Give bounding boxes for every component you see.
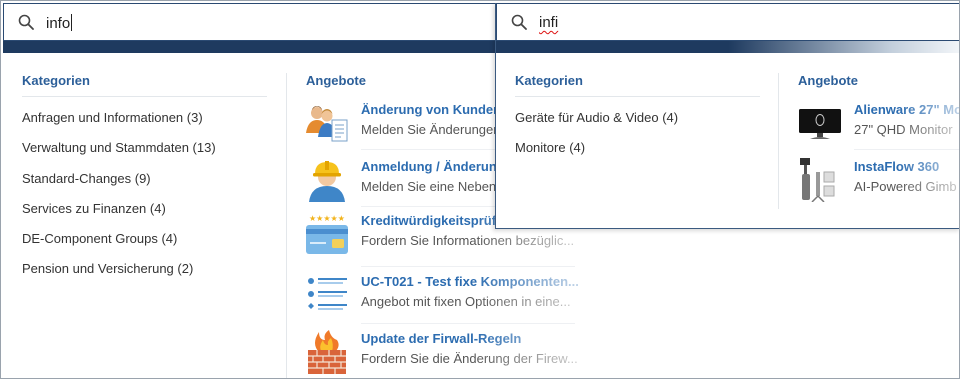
column-divider [286, 73, 287, 378]
header-stripe [496, 41, 959, 53]
row-divider [361, 266, 575, 267]
people-document-icon [306, 106, 348, 142]
offers-heading: Angebote [306, 73, 366, 88]
category-item[interactable]: Services zu Finanzen (4) [22, 201, 166, 216]
offer-item[interactable]: Update der Firwall-Regeln Fordern Sie di… [305, 330, 585, 378]
construction-worker-icon [309, 161, 345, 202]
monitor-icon [799, 109, 841, 139]
firewall-icon [308, 330, 346, 374]
text-caret [71, 14, 73, 31]
search-icon [18, 14, 34, 30]
offer-description: Fordern Sie die Änderung der Firew... [361, 351, 578, 366]
offer-title: InstaFlow 360 [854, 159, 940, 174]
offer-title: UC-T021 - Test fixe Komponenten... [361, 274, 579, 289]
offer-item[interactable]: InstaFlow 360 AI-Powered Gimb [798, 158, 959, 214]
search-query-right: infi [539, 14, 559, 31]
column-divider [778, 73, 779, 209]
offer-item[interactable]: UC-T021 - Test fixe Komponenten... Angeb… [305, 273, 585, 329]
categories-divider [22, 96, 267, 97]
offer-description: AI-Powered Gimb [854, 179, 957, 194]
search-query-left: info [46, 15, 71, 32]
credit-card-rating-icon: ★★★★★ [306, 214, 348, 254]
categories-divider [515, 96, 760, 97]
offer-description: Angebot mit fixen Optionen in eine... [361, 294, 571, 309]
offer-title: Änderung von Kundend [361, 102, 510, 117]
row-divider [361, 323, 575, 324]
offer-title: Anmeldung / Änderung [361, 159, 505, 174]
offer-description: Melden Sie eine Nebenl [361, 179, 500, 194]
offer-title: Update der Firwall-Regeln [361, 331, 522, 346]
search-input-right[interactable]: infi [496, 3, 959, 41]
category-item[interactable]: Anfragen und Informationen (3) [22, 110, 203, 125]
svg-text:★★★★★: ★★★★★ [309, 214, 345, 223]
category-item[interactable]: DE-Component Groups (4) [22, 231, 177, 246]
categories-heading: Kategorien [22, 73, 90, 88]
offer-description: Melden Sie Änderungen [361, 122, 501, 137]
offers-heading: Angebote [798, 73, 858, 88]
search-icon [511, 14, 527, 30]
category-item[interactable]: Standard-Changes (9) [22, 171, 151, 186]
category-item[interactable]: Verwaltung und Stammdaten (13) [22, 140, 216, 155]
search-panel-right: infi Kategorien Geräte für Audio & Video… [495, 3, 960, 229]
row-divider [854, 149, 959, 150]
category-item[interactable]: Geräte für Audio & Video (4) [515, 110, 678, 125]
list-bullets-icon [308, 278, 347, 310]
categories-heading: Kategorien [515, 73, 583, 88]
category-item[interactable]: Monitore (4) [515, 140, 585, 155]
offer-title: Alienware 27" Mo [854, 102, 960, 117]
category-item[interactable]: Pension und Versicherung (2) [22, 261, 193, 276]
offer-description: 27" QHD Monitor [854, 122, 953, 137]
window-frame: info Kategorien Anfragen und Information… [0, 0, 960, 379]
offer-description: Fordern Sie Informationen bezüglic... [361, 233, 575, 248]
gimbal-icon [800, 158, 835, 202]
